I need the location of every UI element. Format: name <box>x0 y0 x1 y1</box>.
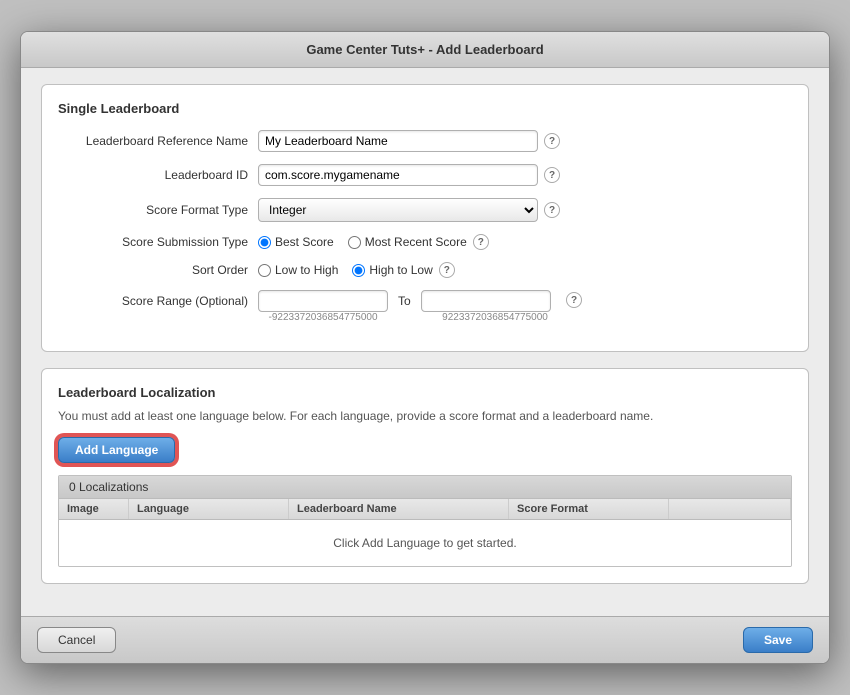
most-recent-option[interactable]: Most Recent Score <box>348 235 467 249</box>
score-submission-label: Score Submission Type <box>58 235 258 249</box>
leaderboard-id-row: Leaderboard ID ? <box>58 164 792 186</box>
to-label: To <box>398 294 411 308</box>
col-header-image: Image <box>59 499 129 519</box>
score-format-row: Score Format Type Integer Fixed Point El… <box>58 198 792 222</box>
range-hints: -9223372036854775000 9223372036854775000 <box>258 312 560 323</box>
range-max-input[interactable] <box>421 290 551 312</box>
best-score-label: Best Score <box>275 235 334 249</box>
score-submission-group: Best Score Most Recent Score <box>258 235 467 249</box>
window-footer: Cancel Save <box>21 616 829 663</box>
score-submission-row: Score Submission Type Best Score Most Re… <box>58 234 792 250</box>
low-to-high-radio[interactable] <box>258 264 271 277</box>
sort-order-label: Sort Order <box>58 263 258 277</box>
most-recent-label: Most Recent Score <box>365 235 467 249</box>
score-format-select[interactable]: Integer Fixed Point Elapsed Time <box>258 198 538 222</box>
score-range-help-icon[interactable]: ? <box>566 292 582 308</box>
score-format-help-icon[interactable]: ? <box>544 202 560 218</box>
high-to-low-option[interactable]: High to Low <box>352 263 432 277</box>
reference-name-input[interactable] <box>258 130 538 152</box>
range-inputs-container: To -9223372036854775000 9223372036854775… <box>258 290 560 323</box>
reference-name-help-icon[interactable]: ? <box>544 133 560 149</box>
localization-title: Leaderboard Localization <box>58 385 792 400</box>
single-section-title: Single Leaderboard <box>58 101 792 116</box>
score-range-label: Score Range (Optional) <box>58 290 258 308</box>
localization-note: You must add at least one language below… <box>58 408 792 425</box>
table-empty-message: Click Add Language to get started. <box>59 520 791 566</box>
leaderboard-id-input[interactable] <box>258 164 538 186</box>
low-to-high-label: Low to High <box>275 263 338 277</box>
high-to-low-label: High to Low <box>369 263 432 277</box>
most-recent-radio[interactable] <box>348 236 361 249</box>
best-score-radio[interactable] <box>258 236 271 249</box>
table-column-headers: Image Language Leaderboard Name Score Fo… <box>59 499 791 520</box>
col-header-name: Leaderboard Name <box>289 499 509 519</box>
cancel-button[interactable]: Cancel <box>37 627 116 653</box>
single-leaderboard-section: Single Leaderboard Leaderboard Reference… <box>41 84 809 352</box>
window-title: Game Center Tuts+ - Add Leaderboard <box>306 42 543 57</box>
main-window: Game Center Tuts+ - Add Leaderboard Sing… <box>20 31 830 664</box>
content-area: Single Leaderboard Leaderboard Reference… <box>21 68 829 616</box>
col-header-action <box>669 499 791 519</box>
localization-section: Leaderboard Localization You must add at… <box>41 368 809 584</box>
range-max-hint: 9223372036854775000 <box>430 312 560 323</box>
score-format-label: Score Format Type <box>58 203 258 217</box>
add-language-button[interactable]: Add Language <box>58 437 175 463</box>
leaderboard-id-label: Leaderboard ID <box>58 168 258 182</box>
range-fields: To <box>258 290 560 312</box>
sort-order-help-icon[interactable]: ? <box>439 262 455 278</box>
reference-name-label: Leaderboard Reference Name <box>58 134 258 148</box>
col-header-language: Language <box>129 499 289 519</box>
localizations-count: 0 Localizations <box>59 476 791 499</box>
low-to-high-option[interactable]: Low to High <box>258 263 338 277</box>
leaderboard-id-help-icon[interactable]: ? <box>544 167 560 183</box>
high-to-low-radio[interactable] <box>352 264 365 277</box>
score-submission-help-icon[interactable]: ? <box>473 234 489 250</box>
sort-order-group: Low to High High to Low <box>258 263 433 277</box>
save-button[interactable]: Save <box>743 627 813 653</box>
score-range-row: Score Range (Optional) To -9223372036854… <box>58 290 792 323</box>
localizations-table-container: 0 Localizations Image Language Leaderboa… <box>58 475 792 567</box>
col-header-format: Score Format <box>509 499 669 519</box>
best-score-option[interactable]: Best Score <box>258 235 334 249</box>
range-min-hint: -9223372036854775000 <box>258 312 388 323</box>
range-min-input[interactable] <box>258 290 388 312</box>
reference-name-row: Leaderboard Reference Name ? <box>58 130 792 152</box>
title-bar: Game Center Tuts+ - Add Leaderboard <box>21 32 829 68</box>
sort-order-row: Sort Order Low to High High to Low ? <box>58 262 792 278</box>
